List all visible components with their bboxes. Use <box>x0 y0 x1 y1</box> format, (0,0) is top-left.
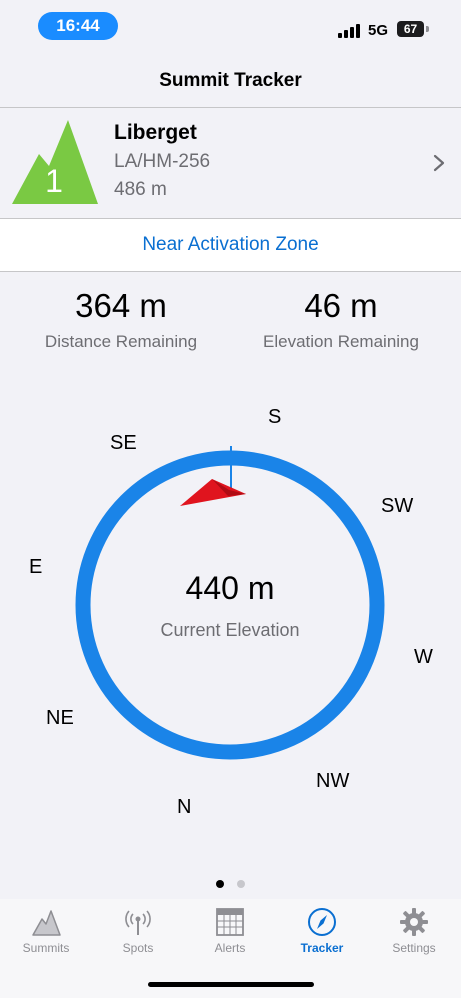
tab-label: Tracker <box>300 941 344 955</box>
compass-label-ne: NE <box>46 707 74 729</box>
home-indicator <box>148 982 314 987</box>
summit-mountain-icon: 1 <box>12 120 98 204</box>
compass-label-n: N <box>177 796 192 818</box>
summit-badge-number: 1 <box>45 163 63 199</box>
antenna-icon <box>125 910 151 935</box>
tab-tracker[interactable]: Tracker <box>276 907 368 961</box>
distance-remaining-value: 364 m <box>75 287 167 324</box>
compass-label-e: E <box>29 556 43 578</box>
distance-remaining-stat: 364 m Distance Remaining <box>6 286 236 352</box>
network-type: 5G <box>368 22 389 39</box>
elevation-remaining-value: 46 m <box>304 287 378 324</box>
compass-label-sw: SW <box>381 495 414 517</box>
page-dot-active[interactable] <box>216 880 224 888</box>
cellular-signal-icon <box>338 22 360 38</box>
tab-label: Alerts <box>214 941 246 955</box>
tab-label: Spots <box>122 941 154 955</box>
page-title: Summit Tracker <box>159 70 302 91</box>
battery-icon: 67 <box>397 21 424 37</box>
summit-reference: LA/HM-256 <box>114 151 211 172</box>
calendar-icon <box>216 908 244 936</box>
distance-remaining-label: Distance Remaining <box>44 332 198 351</box>
compass-icon <box>308 908 336 936</box>
divider <box>0 271 461 272</box>
current-elevation-label: Current Elevation <box>160 620 300 640</box>
mountain-icon <box>32 910 61 936</box>
tab-alerts[interactable]: Alerts <box>184 907 276 961</box>
compass-label-se: SE <box>110 432 137 454</box>
compass-label-w: W <box>414 646 433 668</box>
summit-height: 486 m <box>114 179 167 200</box>
compass-label-nw: NW <box>316 770 350 792</box>
elevation-remaining-stat: 46 m Elevation Remaining <box>226 286 456 352</box>
summit-card[interactable]: 1 <box>0 108 461 218</box>
status-bar: 16:44 5G 67 <box>0 0 461 54</box>
battery-tip <box>426 26 429 32</box>
page-indicator[interactable] <box>214 880 248 890</box>
gear-icon <box>400 908 428 936</box>
status-time[interactable]: 16:44 <box>38 12 118 40</box>
activation-zone-banner: Near Activation Zone <box>0 219 461 271</box>
tab-spots[interactable]: Spots <box>92 907 184 961</box>
current-elevation-value: 440 m <box>185 570 275 606</box>
tab-label: Summits <box>22 941 70 955</box>
tab-summits[interactable]: Summits <box>0 907 92 961</box>
summit-name: Liberget <box>114 121 197 144</box>
elevation-remaining-label: Elevation Remaining <box>263 332 419 351</box>
tab-label: Settings <box>392 941 436 955</box>
chevron-right-icon[interactable] <box>432 153 446 173</box>
page-dot[interactable] <box>237 880 245 888</box>
tab-settings[interactable]: Settings <box>368 907 460 961</box>
compass-label-s: S <box>268 406 282 428</box>
